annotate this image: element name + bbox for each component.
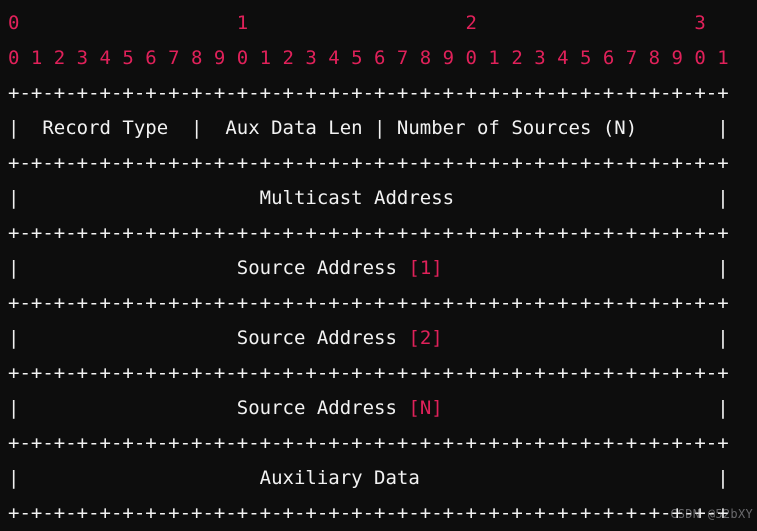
ruler-tens-row: 0 1 2 3 <box>8 12 706 34</box>
source-address-n-index: [N] <box>408 397 443 419</box>
record-header-row: | Record Type | Aux Data Len | Number of… <box>8 117 729 139</box>
source-address-n-label: Source Address <box>236 397 409 419</box>
separator-line-2: +-+-+-+-+-+-+-+-+-+-+-+-+-+-+-+-+-+-+-+-… <box>8 152 729 174</box>
separator-line-5: +-+-+-+-+-+-+-+-+-+-+-+-+-+-+-+-+-+-+-+-… <box>8 362 729 384</box>
ascii-art-block: 0 1 2 3 0 1 2 3 4 5 6 7 8 9 0 1 2 3 4 5 6… <box>0 0 757 531</box>
auxiliary-data-row: | Auxiliary Data | <box>8 467 729 489</box>
multicast-address-row: | Multicast Address | <box>8 187 729 209</box>
separator-line-6: +-+-+-+-+-+-+-+-+-+-+-+-+-+-+-+-+-+-+-+-… <box>8 432 729 454</box>
separator-line-3: +-+-+-+-+-+-+-+-+-+-+-+-+-+-+-+-+-+-+-+-… <box>8 222 729 244</box>
source-address-1-row: | Source Address [1] | <box>8 257 729 279</box>
separator-line-1: +-+-+-+-+-+-+-+-+-+-+-+-+-+-+-+-+-+-+-+-… <box>8 82 729 104</box>
separator-line-4: +-+-+-+-+-+-+-+-+-+-+-+-+-+-+-+-+-+-+-+-… <box>8 292 729 314</box>
source-address-1-index: [1] <box>408 257 443 279</box>
source-address-2-index: [2] <box>408 327 443 349</box>
ruler-units-row: 0 1 2 3 4 5 6 7 8 9 0 1 2 3 4 5 6 7 8 9 … <box>8 47 729 69</box>
source-address-2-label: Source Address <box>236 327 409 349</box>
source-address-1-label: Source Address <box>236 257 409 279</box>
source-address-n-row: | Source Address [N] | <box>8 397 729 419</box>
packet-format-diagram: 0 1 2 3 0 1 2 3 4 5 6 7 8 9 0 1 2 3 4 5 6… <box>0 0 757 529</box>
separator-line-7: +-+-+-+-+-+-+-+-+-+-+-+-+-+-+-+-+-+-+-+-… <box>8 502 729 524</box>
source-address-2-row: | Source Address [2] | <box>8 327 729 349</box>
